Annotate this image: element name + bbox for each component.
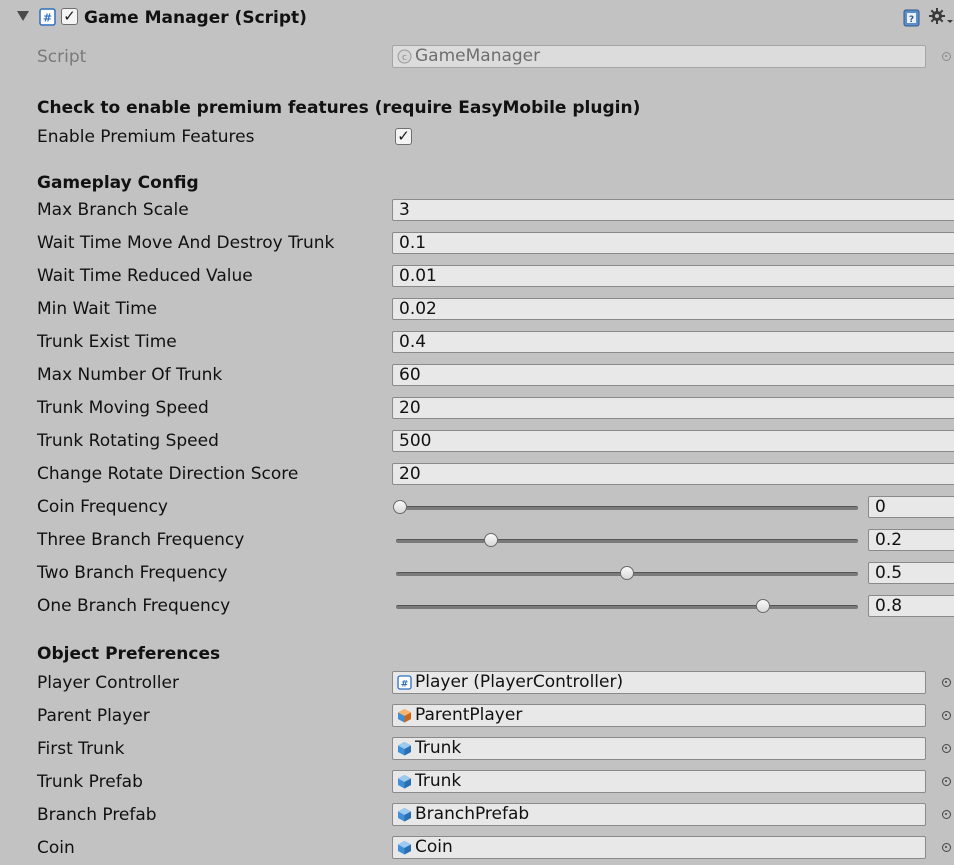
coin-frequency-slider-track[interactable]	[396, 506, 858, 510]
one-branch-input[interactable]: 0.8	[868, 595, 954, 617]
coin-field[interactable]: Coin	[392, 836, 926, 859]
parent-player-field[interactable]: ParentPlayer	[392, 704, 926, 727]
wait-time-reduced-input[interactable]: 0.01	[392, 265, 954, 287]
enable-premium-label: Enable Premium Features	[37, 127, 255, 147]
script-component-icon: #	[39, 8, 56, 26]
object-value: Coin	[415, 837, 453, 857]
object-picker-icon[interactable]	[942, 744, 951, 753]
two-branch-input[interactable]: 0.5	[868, 562, 954, 584]
change-rotate-direction-input[interactable]: 20	[392, 463, 954, 485]
object-value: BranchPrefab	[415, 804, 530, 824]
enable-premium-checkbox[interactable]: ✓	[395, 128, 412, 145]
field-label: Wait Time Move And Destroy Trunk	[37, 233, 335, 253]
one-branch-slider-thumb[interactable]	[756, 599, 771, 613]
object-value: Trunk	[415, 771, 462, 791]
object-value: ParentPlayer	[415, 705, 523, 725]
script-icon: #	[397, 675, 412, 690]
slider-label: Coin Frequency	[37, 497, 168, 517]
wait-time-move-destroy-input[interactable]: 0.1	[392, 232, 954, 254]
object-field-label: Parent Player	[37, 706, 150, 726]
slider-label: Three Branch Frequency	[37, 530, 245, 550]
prefab-icon	[398, 775, 411, 789]
min-wait-time-input[interactable]: 0.02	[392, 298, 954, 320]
trunk-rotating-speed-input[interactable]: 500	[392, 430, 954, 452]
object-picker-icon[interactable]	[942, 52, 951, 61]
first-trunk-field[interactable]: Trunk	[392, 737, 926, 760]
component-header: # ✓ Game Manager (Script) ?	[0, 0, 954, 38]
three-branch-input[interactable]: 0.2	[868, 529, 954, 551]
component-title: Game Manager (Script)	[84, 8, 307, 28]
three-branch-slider-thumb[interactable]	[483, 533, 498, 547]
field-label: Wait Time Reduced Value	[37, 266, 253, 286]
field-label: Max Number Of Trunk	[37, 365, 223, 385]
max-branch-scale-input[interactable]: 3	[392, 199, 954, 221]
field-label: Trunk Moving Speed	[37, 398, 209, 418]
object-picker-icon[interactable]	[942, 711, 951, 720]
field-label: Trunk Rotating Speed	[37, 431, 219, 451]
object-field-label: Trunk Prefab	[37, 772, 143, 792]
prefab-icon	[398, 742, 411, 756]
object-field-label: Coin	[37, 838, 75, 858]
gameplay-config-header: Gameplay Config	[37, 173, 199, 193]
prefab-icon	[398, 709, 411, 723]
object-value: Player (PlayerController)	[415, 672, 624, 692]
slider-label: One Branch Frequency	[37, 596, 231, 616]
object-field-label: First Trunk	[37, 739, 125, 759]
field-label: Trunk Exist Time	[37, 332, 177, 352]
script-label: Script	[37, 47, 87, 67]
svg-text:#: #	[43, 12, 52, 25]
object-picker-icon[interactable]	[942, 810, 951, 819]
object-preferences-header: Object Preferences	[37, 644, 221, 664]
script-object-field: c GameManager	[392, 45, 926, 68]
max-number-trunk-input[interactable]: 60	[392, 364, 954, 386]
coin-frequency-input[interactable]: 0	[868, 496, 954, 518]
trunk-exist-time-input[interactable]: 0.4	[392, 331, 954, 353]
object-picker-icon[interactable]	[942, 777, 951, 786]
branch-prefab-field[interactable]: BranchPrefab	[392, 803, 926, 826]
slider-label: Two Branch Frequency	[37, 563, 228, 583]
one-branch-slider-track[interactable]	[396, 605, 858, 609]
player-controller-field[interactable]: # Player (PlayerController)	[392, 671, 926, 694]
object-field-label: Branch Prefab	[37, 805, 157, 825]
script-file-icon: c	[397, 49, 412, 64]
object-picker-icon[interactable]	[942, 843, 951, 852]
prefab-icon	[398, 808, 411, 822]
field-label: Min Wait Time	[37, 299, 158, 319]
foldout-arrow-icon[interactable]	[17, 11, 29, 21]
two-branch-slider-thumb[interactable]	[620, 566, 634, 580]
three-branch-slider-track[interactable]	[396, 539, 858, 543]
trunk-moving-speed-input[interactable]: 20	[392, 397, 954, 419]
object-field-label: Player Controller	[37, 673, 179, 693]
object-value: Trunk	[415, 738, 462, 758]
svg-text:c: c	[402, 53, 407, 63]
coin-frequency-slider-thumb[interactable]	[393, 500, 407, 514]
gear-icon[interactable]	[928, 6, 954, 28]
object-picker-icon[interactable]	[942, 678, 951, 687]
field-label: Change Rotate Direction Score	[37, 464, 299, 484]
svg-text:?: ?	[909, 15, 914, 25]
trunk-prefab-field[interactable]: Trunk	[392, 770, 926, 793]
script-value: GameManager	[415, 46, 541, 66]
field-label: Max Branch Scale	[37, 200, 189, 220]
premium-header: Check to enable premium features (requir…	[37, 98, 641, 118]
prefab-icon	[398, 841, 411, 855]
svg-text:#: #	[401, 680, 409, 690]
help-book-icon[interactable]: ?	[903, 9, 920, 27]
component-enabled-checkbox[interactable]: ✓	[61, 8, 78, 25]
